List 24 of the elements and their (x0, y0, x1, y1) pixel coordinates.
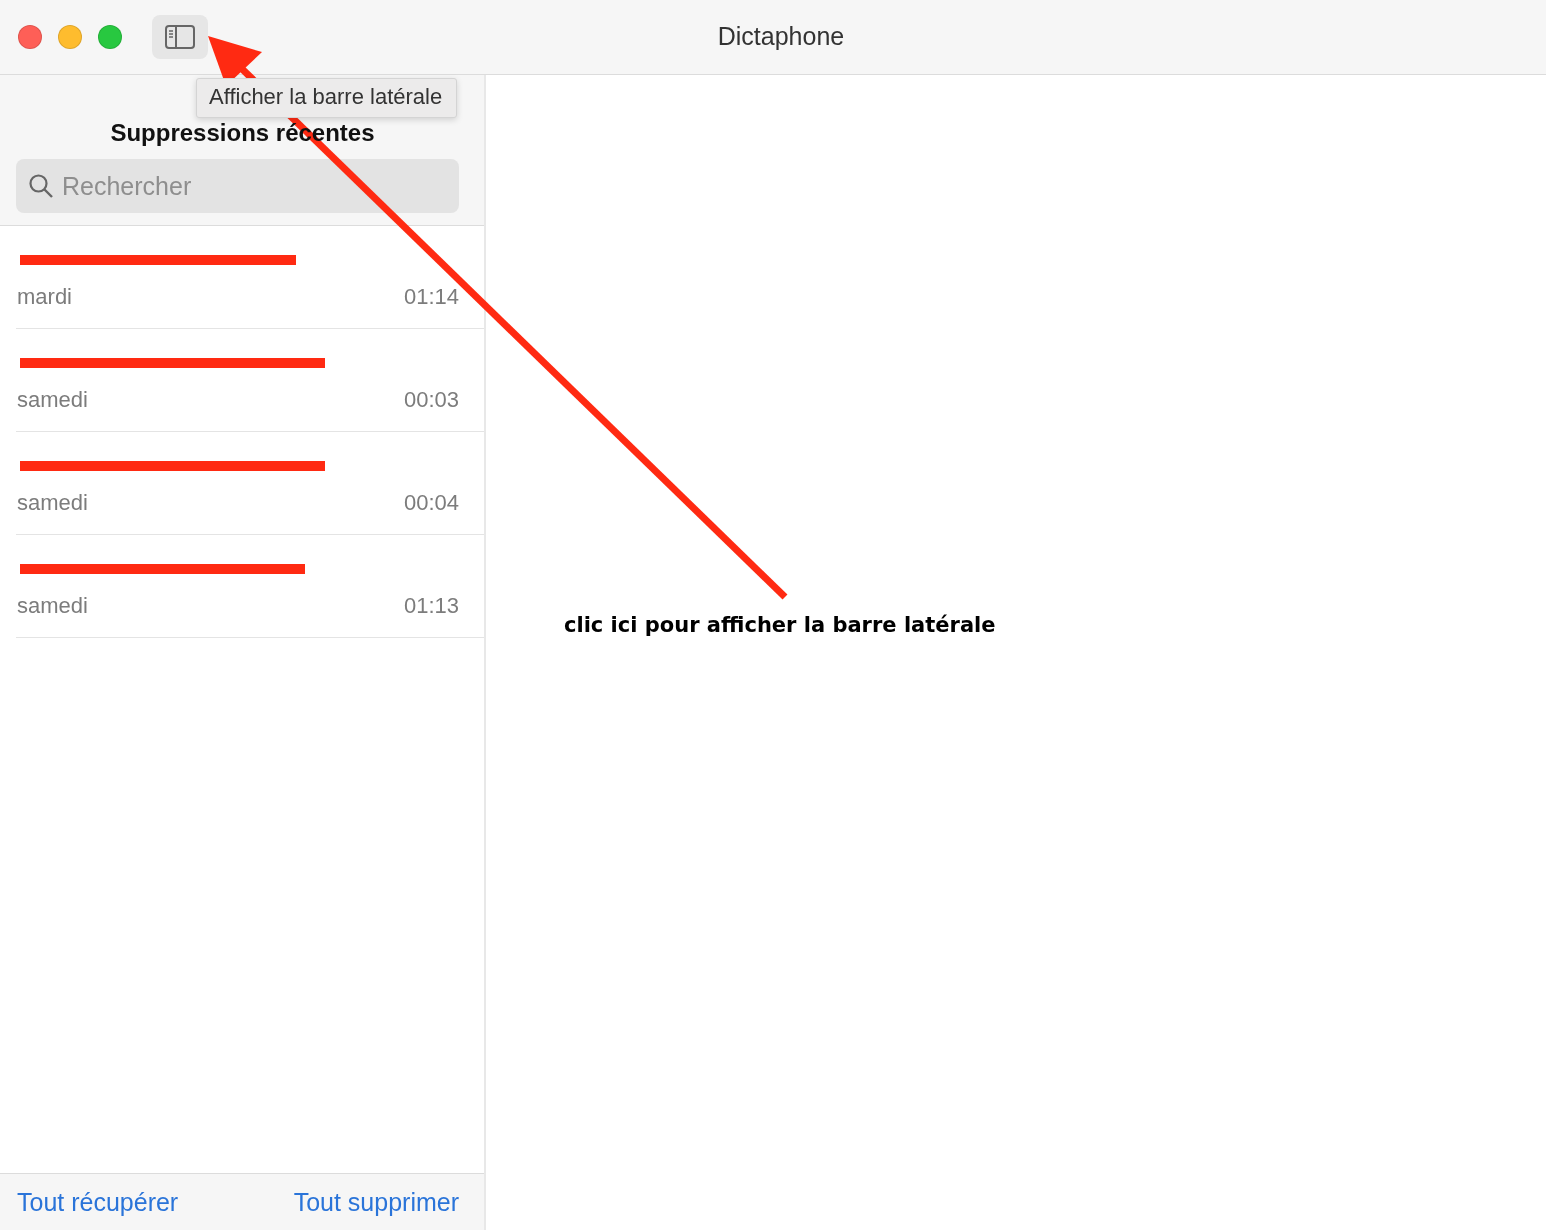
footer-link[interactable]: Tout récupérer (17, 1187, 179, 1217)
footer-link[interactable]: Tout supprimer (293, 1187, 459, 1217)
recording-date: mardi (17, 284, 72, 310)
recording-duration: 01:14 (403, 284, 459, 310)
minimize-button[interactable] (58, 25, 82, 49)
search-icon (28, 173, 54, 199)
recording-date: samedi (17, 593, 88, 619)
recording-row[interactable]: samedi 00:03 (16, 329, 484, 432)
annotation-text: clic ici pour afficher la barre latérale (564, 613, 996, 637)
sidebar-icon (165, 25, 195, 49)
tooltip: Afficher la barre latérale (196, 78, 458, 118)
recording-row[interactable]: samedi 01:13 (16, 535, 484, 638)
recording-row[interactable]: mardi 01:14 (16, 226, 484, 329)
close-button[interactable] (18, 25, 42, 49)
recording-date: samedi (17, 490, 88, 516)
sidebar-toggle-button[interactable] (152, 15, 208, 59)
search-field[interactable]: Rechercher (16, 159, 459, 213)
recording-date: samedi (17, 387, 88, 413)
recording-duration: 00:04 (403, 490, 459, 516)
recording-duration: 01:13 (403, 593, 459, 619)
zoom-button[interactable] (98, 25, 122, 49)
window-title: Dictaphone (716, 22, 845, 50)
recording-duration: 00:03 (403, 387, 459, 413)
recording-row[interactable]: samedi 00:04 (16, 432, 484, 535)
